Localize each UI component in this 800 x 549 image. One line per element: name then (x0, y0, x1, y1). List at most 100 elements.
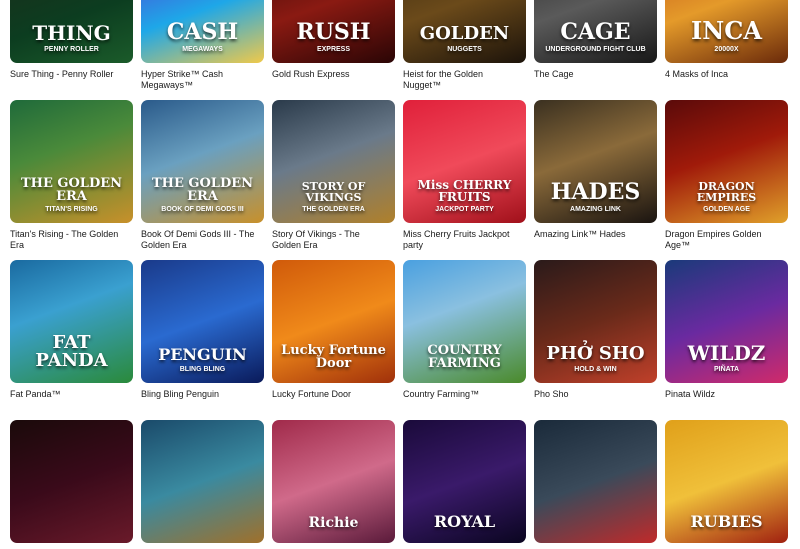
game-logo-text: RUSH EXPRESS (272, 21, 395, 63)
game-logo-text: THING PENNY ROLLER (10, 23, 133, 63)
game-card[interactable]: Richie (272, 420, 395, 549)
game-logo-subtitle: HOLD & WIN (574, 366, 617, 373)
game-thumbnail[interactable]: PENGUIN BLING BLING (141, 260, 264, 383)
game-title[interactable]: Miss Cherry Fruits Jackpot party (403, 229, 526, 251)
game-card[interactable]: WILDZ PIÑATA Pinata Wildz (665, 260, 788, 400)
game-logo-text: Richie (308, 515, 359, 531)
game-title[interactable]: Fat Panda™ (10, 389, 133, 400)
game-title[interactable]: Pinata Wildz (665, 389, 788, 400)
game-title[interactable]: Titan's Rising - The Golden Era (10, 229, 133, 251)
game-card[interactable]: GOLDEN NUGGETS Heist for the Golden Nugget… (403, 0, 526, 91)
game-logo-text: Miss CHERRY FRUITS JACKPOT PARTY (403, 179, 526, 223)
game-card[interactable]: RUBIES (665, 420, 788, 549)
game-logo-text (10, 530, 133, 543)
game-card[interactable]: PENGUIN BLING BLING Bling Bling Penguin (141, 260, 264, 400)
game-card[interactable]: ROYAL (403, 420, 526, 549)
game-logo-text: GOLDEN NUGGETS (403, 25, 526, 63)
game-card[interactable]: HADES AMAZING LINK Amazing Link™ Hades (534, 100, 657, 240)
game-card[interactable]: PHỞ SHO HOLD & WIN Pho Sho (534, 260, 657, 400)
game-card[interactable]: FAT PANDA Fat Panda™ (10, 260, 133, 400)
game-logo-text: CAGE UNDERGROUND FIGHT CLUB (534, 21, 657, 63)
game-title[interactable]: Sure Thing - Penny Roller (10, 69, 133, 80)
game-logo-text: THE GOLDEN ERA BOOK OF DEMI GODS III (141, 177, 264, 223)
game-thumbnail[interactable]: FAT PANDA (10, 260, 133, 383)
game-thumbnail[interactable]: Miss CHERRY FRUITS JACKPOT PARTY (403, 100, 526, 223)
game-thumbnail[interactable]: COUNTRY FARMING (403, 260, 526, 383)
game-title[interactable]: Story Of Vikings - The Golden Era (272, 229, 395, 251)
game-title[interactable]: Bling Bling Penguin (141, 389, 264, 400)
game-thumbnail[interactable]: THING PENNY ROLLER (10, 0, 133, 63)
game-grid: THING PENNY ROLLER Sure Thing - Penny Roll… (0, 0, 800, 543)
game-logo-text: Lucky Fortune Door (281, 343, 386, 371)
game-card[interactable]: INCA 20000X 4 Masks of Inca (665, 0, 788, 80)
game-logo-text: PHỞ SHO HOLD & WIN (534, 345, 657, 383)
game-thumbnail[interactable]: DRAGON EMPIRES GOLDEN AGE (665, 100, 788, 223)
game-logo-text: CASH MEGAWAYS (141, 21, 264, 63)
game-logo-text: HADES AMAZING LINK (534, 181, 657, 223)
game-thumbnail[interactable]: Lucky Fortune Door (272, 260, 395, 383)
game-logo-subtitle: BOOK OF DEMI GODS III (161, 206, 244, 213)
game-title[interactable]: Heist for the Golden Nugget™ (403, 69, 526, 91)
game-thumbnail[interactable]: THE GOLDEN ERA TITAN'S RISING (10, 100, 133, 223)
game-logo-text: COUNTRY FARMING (427, 343, 502, 371)
game-title[interactable]: Dragon Empires Golden Age™ (665, 229, 788, 251)
game-card[interactable]: THING PENNY ROLLER Sure Thing - Penny Roll… (10, 0, 133, 80)
game-card[interactable]: STORY OF VIKINGS THE GOLDEN ERA Story Of V… (272, 100, 395, 251)
game-card[interactable] (141, 420, 264, 549)
game-title[interactable]: Country Farming™ (403, 389, 526, 400)
game-card[interactable]: Lucky Fortune Door Lucky Fortune Door (272, 260, 395, 400)
game-thumbnail[interactable]: GOLDEN NUGGETS (403, 0, 526, 63)
game-thumbnail[interactable]: CASH MEGAWAYS (141, 0, 264, 63)
game-title[interactable]: Hyper Strike™ Cash Megaways™ (141, 69, 264, 91)
game-logo-subtitle: PENNY ROLLER (44, 46, 99, 53)
game-card[interactable]: RUSH EXPRESS Gold Rush Express (272, 0, 395, 80)
game-title[interactable]: Lucky Fortune Door (272, 389, 395, 400)
game-card[interactable]: Miss CHERRY FRUITS JACKPOT PARTY Miss Cher… (403, 100, 526, 251)
game-logo-subtitle: UNDERGROUND FIGHT CLUB (545, 46, 646, 53)
game-logo-subtitle: AMAZING LINK (570, 206, 621, 213)
game-logo-text: DRAGON EMPIRES GOLDEN AGE (665, 181, 788, 223)
game-logo-text: RUBIES (690, 512, 763, 531)
game-logo-text: FAT PANDA (35, 332, 108, 371)
game-thumbnail[interactable]: THE GOLDEN ERA BOOK OF DEMI GODS III (141, 100, 264, 223)
game-logo-subtitle: GOLDEN AGE (703, 206, 750, 213)
game-logo-subtitle: BLING BLING (179, 366, 226, 373)
game-card[interactable] (10, 420, 133, 549)
game-logo-text (534, 530, 657, 543)
game-logo-text: PENGUIN BLING BLING (141, 347, 264, 383)
game-logo-subtitle: MEGAWAYS (182, 46, 223, 53)
game-thumbnail[interactable]: RUSH EXPRESS (272, 0, 395, 63)
game-title[interactable]: Amazing Link™ Hades (534, 229, 657, 240)
game-card[interactable]: CASH MEGAWAYS Hyper Strike™ Cash Megaways™ (141, 0, 264, 91)
game-logo-subtitle: JACKPOT PARTY (435, 206, 494, 213)
game-logo-text (141, 530, 264, 543)
game-logo-subtitle: EXPRESS (316, 46, 351, 53)
game-thumbnail[interactable]: INCA 20000X (665, 0, 788, 63)
game-card[interactable]: THE GOLDEN ERA TITAN'S RISING Titan's Risi… (10, 100, 133, 251)
game-logo-text: ROYAL (433, 512, 496, 531)
game-thumbnail[interactable]: CAGE UNDERGROUND FIGHT CLUB (534, 0, 657, 63)
game-title[interactable]: The Cage (534, 69, 657, 80)
game-card[interactable]: THE GOLDEN ERA BOOK OF DEMI GODS III Book … (141, 100, 264, 251)
game-title[interactable]: Book Of Demi Gods III - The Golden Era (141, 229, 264, 251)
game-logo-text: STORY OF VIKINGS THE GOLDEN ERA (272, 181, 395, 223)
game-title[interactable]: Gold Rush Express (272, 69, 395, 80)
game-thumbnail[interactable]: STORY OF VIKINGS THE GOLDEN ERA (272, 100, 395, 223)
game-card[interactable]: COUNTRY FARMING Country Farming™ (403, 260, 526, 400)
game-logo-text: WILDZ PIÑATA (665, 343, 788, 383)
game-logo-text: INCA 20000X (665, 19, 788, 63)
game-logo-subtitle: 20000X (714, 46, 739, 53)
game-card[interactable]: DRAGON EMPIRES GOLDEN AGE Dragon Empires G… (665, 100, 788, 251)
game-title[interactable]: 4 Masks of Inca (665, 69, 788, 80)
game-thumbnail[interactable]: PHỞ SHO HOLD & WIN (534, 260, 657, 383)
game-logo-subtitle: TITAN'S RISING (45, 206, 98, 213)
game-thumbnail[interactable]: WILDZ PIÑATA (665, 260, 788, 383)
game-logo-subtitle: PIÑATA (713, 366, 740, 373)
game-logo-subtitle: THE GOLDEN ERA (302, 206, 365, 213)
game-logo-subtitle: NUGGETS (447, 46, 482, 53)
game-card[interactable] (534, 420, 657, 549)
game-title[interactable]: Pho Sho (534, 389, 657, 400)
game-logo-text: THE GOLDEN ERA TITAN'S RISING (10, 177, 133, 223)
game-card[interactable]: CAGE UNDERGROUND FIGHT CLUB The Cage (534, 0, 657, 80)
game-thumbnail[interactable]: HADES AMAZING LINK (534, 100, 657, 223)
